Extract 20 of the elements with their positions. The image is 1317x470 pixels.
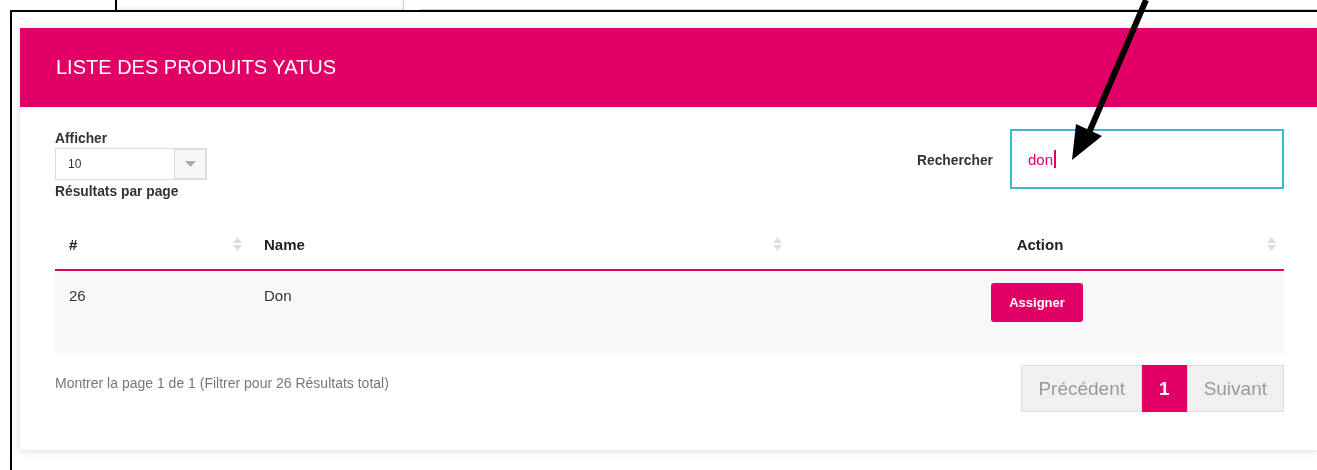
assign-button[interactable]: Assigner — [991, 283, 1083, 322]
column-header[interactable]: Action — [1016, 235, 1064, 253]
caret-icon — [184, 161, 196, 167]
panel-title: LISTE DES PRODUITS YATUS — [56, 56, 337, 79]
show-label: Afficher — [55, 129, 108, 146]
pagination-button[interactable]: Précédent — [1021, 365, 1143, 412]
table-cell: Don — [264, 287, 292, 304]
results-per-page-label: Résultats par page — [55, 182, 179, 199]
page-size-select[interactable]: 10 — [55, 148, 207, 180]
table-info: Montrer la page 1 de 1 (Filtrer pour 26 Résultats total) — [55, 374, 389, 391]
column-header[interactable]: # — [69, 235, 78, 253]
search-field[interactable]: don — [1010, 129, 1284, 189]
sort-icon[interactable] — [1267, 237, 1276, 251]
search-label: Rechercher — [917, 150, 994, 168]
sort-icon[interactable] — [233, 237, 242, 251]
sort-icon[interactable] — [773, 237, 782, 251]
pagination-button[interactable]: Suivant — [1186, 365, 1284, 412]
pagination-button[interactable]: 1 — [1142, 365, 1187, 412]
table-cell: 26 — [69, 287, 86, 304]
column-header[interactable]: Name — [264, 235, 305, 253]
